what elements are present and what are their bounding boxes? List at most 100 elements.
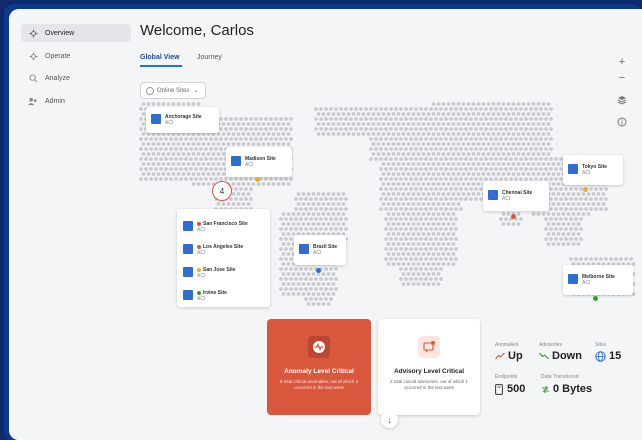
site-marker[interactable] — [593, 296, 598, 301]
sidebar-item-operate[interactable]: Operate — [21, 47, 131, 65]
map-hex-dot — [409, 207, 413, 211]
map-hex-dot — [464, 167, 468, 171]
chevron-down-icon: ⌄ — [193, 88, 199, 94]
map-hex-dot — [296, 202, 301, 206]
map-hex-dot — [171, 162, 176, 166]
site-card-melborne[interactable]: Melborne Site ACI — [563, 265, 633, 295]
map-hex-dot — [321, 192, 326, 196]
map-hex-dot — [341, 192, 346, 196]
map-hex-dot — [279, 137, 283, 141]
map-hex-dot — [404, 207, 408, 211]
map-hex-dot — [304, 207, 308, 211]
map-hex-dot — [419, 157, 423, 161]
map-hex-dot — [514, 167, 518, 171]
site-type: ACI — [197, 273, 206, 279]
map-hex-dot — [369, 107, 373, 111]
info-icon[interactable] — [615, 115, 629, 129]
map-hex-dot — [429, 197, 433, 201]
cluster-site-row[interactable]: San Francisco Site ACI — [183, 221, 248, 233]
map-hex-dot — [406, 132, 411, 136]
cluster-site-row[interactable]: Los Angeles Site ACI — [183, 244, 243, 256]
scroll-down-button[interactable]: ↓ — [381, 411, 398, 428]
map-hex-dot — [411, 122, 416, 126]
site-marker[interactable] — [255, 177, 260, 182]
anomaly-alert-card[interactable]: Anomaly Level Critical 5 total critical … — [267, 319, 371, 415]
map-hex-dot — [381, 122, 386, 126]
site-marker[interactable] — [583, 187, 588, 192]
map-hex-dot — [441, 162, 446, 166]
map-hex-dot — [504, 147, 508, 151]
tab-journey[interactable]: Journey — [197, 54, 222, 61]
map-hex-dot — [384, 127, 388, 131]
map-hex-dot — [386, 232, 391, 236]
site-marker[interactable] — [511, 214, 516, 219]
map-hex-dot — [419, 247, 423, 251]
sidebar-item-analyze[interactable]: Analyze — [21, 69, 131, 87]
map-hex-dot — [269, 137, 273, 141]
map-hex-dot — [476, 152, 481, 156]
map-hex-dot — [446, 122, 451, 126]
map-hex-dot — [391, 222, 396, 226]
map-hex-dot — [449, 167, 453, 171]
map-hex-dot — [174, 147, 178, 151]
map-hex-dot — [429, 147, 433, 151]
map-hex-dot — [451, 252, 456, 256]
map-hex-dot — [459, 197, 463, 201]
map-hex-dot — [441, 202, 446, 206]
zoom-out-icon[interactable]: − — [615, 71, 629, 85]
map-hex-dot — [154, 167, 158, 171]
map-hex-dot — [376, 142, 381, 146]
map-hex-dot — [454, 157, 458, 161]
map-hex-dot — [426, 152, 431, 156]
site-marker[interactable] — [316, 268, 321, 273]
map-hex-dot — [279, 257, 283, 261]
cluster-site-row[interactable]: Irvine Site ACI — [183, 290, 227, 302]
site-card-tokyo[interactable]: Tokyo Site ACI — [563, 155, 623, 185]
map-hex-dot — [261, 182, 266, 186]
map-hex-dot — [604, 197, 608, 201]
map-hex-dot — [139, 177, 143, 181]
map-hex-dot — [341, 112, 346, 116]
site-card-anchorage[interactable]: Anchorage Site ACI — [146, 107, 219, 133]
zoom-in-icon[interactable]: + — [615, 55, 629, 69]
map-hex-dot — [396, 162, 401, 166]
site-card-madison[interactable]: Madison Site ACI — [226, 147, 292, 177]
map-hex-dot — [554, 207, 558, 211]
site-type: ACI — [582, 170, 591, 176]
map-hex-dot — [316, 202, 321, 206]
map-hex-dot — [331, 282, 336, 286]
map-hex-dot — [449, 247, 453, 251]
sidebar-item-admin[interactable]: Admin — [21, 92, 131, 110]
map-hex-dot — [191, 142, 196, 146]
map-hex-dot — [284, 257, 288, 261]
map-hex-dot — [224, 137, 228, 141]
map-hex-dot — [316, 302, 321, 306]
map-hex-dot — [466, 142, 471, 146]
map-hex-dot — [439, 237, 443, 241]
site-cluster-badge[interactable]: 4 — [212, 181, 232, 201]
map-hex-dot — [289, 217, 293, 221]
map-hex-dot — [206, 172, 211, 176]
site-card-chennai[interactable]: Chennai Site ACI — [483, 181, 549, 211]
map-hex-dot — [351, 112, 356, 116]
map-hex-dot — [464, 147, 468, 151]
map-hex-dot — [344, 197, 348, 201]
map-hex-dot — [356, 132, 361, 136]
site-card-brazil[interactable]: Brazil Site ACI — [294, 235, 346, 265]
advisory-alert-card[interactable]: Advisory Level Critical 2 total critical… — [378, 319, 480, 415]
tab-global-view[interactable]: Global View — [140, 54, 180, 61]
map-hex-dot — [391, 262, 396, 266]
map-hex-dot — [389, 117, 393, 121]
cluster-site-row[interactable]: San Jose Site ACI — [183, 267, 236, 279]
map-hex-dot — [451, 132, 456, 136]
map-hex-dot — [246, 122, 251, 126]
map-hex-dot — [424, 167, 428, 171]
map-hex-dot — [439, 147, 443, 151]
layers-icon[interactable] — [615, 93, 629, 107]
sidebar-item-overview[interactable]: Overview — [21, 24, 131, 42]
map-hex-dot — [436, 222, 441, 226]
map-hex-dot — [234, 177, 238, 181]
map-hex-dot — [456, 122, 461, 126]
advisory-description: 2 total critical advisories, out of whic… — [389, 379, 469, 390]
online-sites-filter[interactable]: Online Sites ⌄ — [140, 82, 206, 99]
